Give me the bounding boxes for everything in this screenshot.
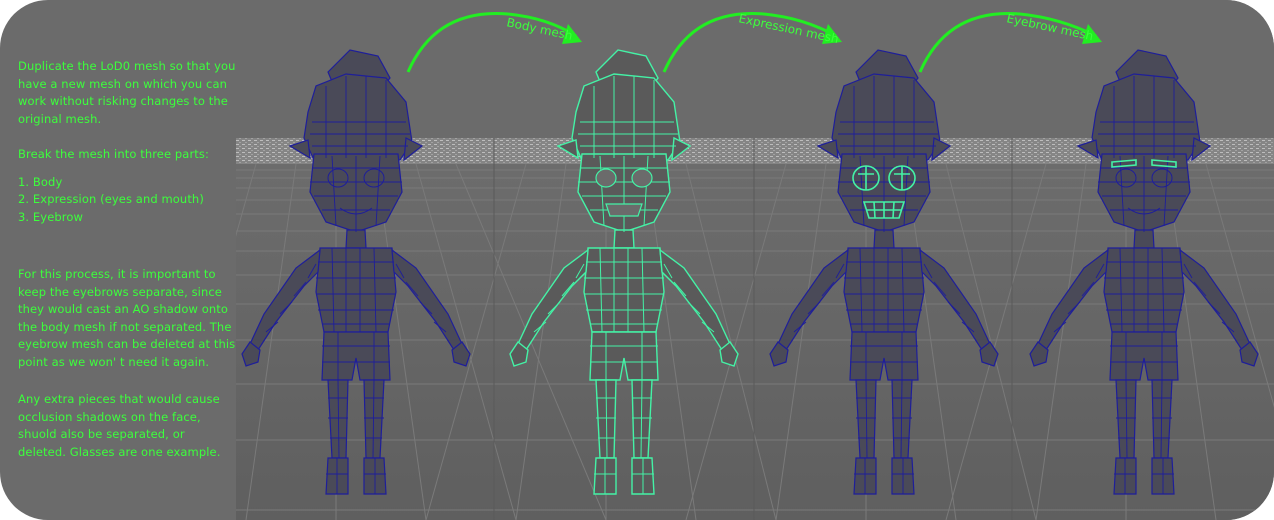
step-item-eyebrow: 3. Eyebrow — [18, 209, 83, 224]
instruction-paragraph-eyebrows: For this process, it is important to kee… — [18, 267, 236, 369]
steps-list: 1. Body 2. Expression (eyes and mouth) 3… — [18, 174, 236, 227]
instructions-panel: Duplicate the LoD0 mesh so that you have… — [18, 58, 236, 461]
instruction-paragraph-extra-pieces: Any extra pieces that would cause occlus… — [18, 392, 221, 459]
instruction-paragraph-duplicate: Duplicate the LoD0 mesh so that you have… — [18, 59, 236, 126]
viewport: Body mesh Expression mesh Eyebrow mesh — [236, 0, 1274, 520]
tutorial-card: Body mesh Expression mesh Eyebrow mesh D… — [0, 0, 1274, 520]
step-item-expression: 2. Expression (eyes and mouth) — [18, 192, 204, 206]
instruction-paragraph-break: Break the mesh into three parts: — [18, 147, 209, 161]
step-item-body: 1. Body — [18, 174, 63, 189]
